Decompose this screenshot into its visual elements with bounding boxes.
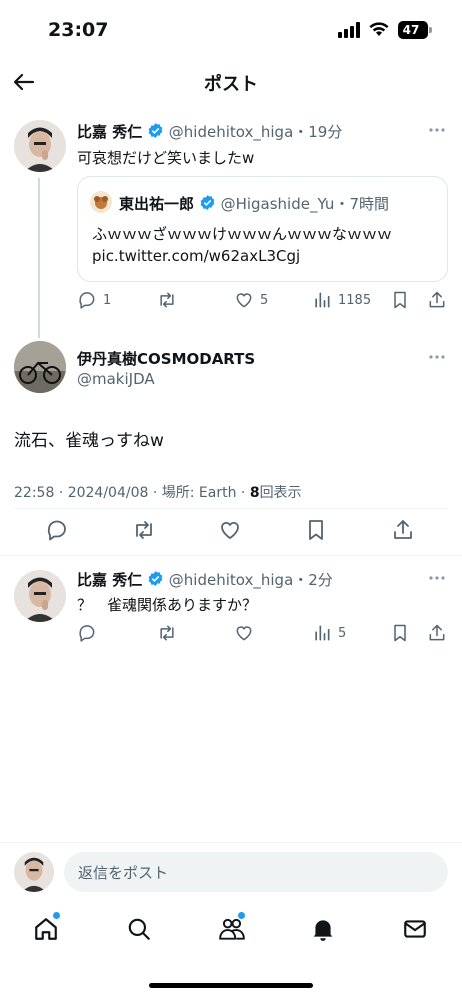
notifications-icon[interactable]	[310, 916, 336, 942]
reply-icon[interactable]	[45, 518, 69, 542]
avatar[interactable]	[14, 341, 66, 393]
more-icon[interactable]	[428, 349, 446, 365]
handle[interactable]: @hidehitox_higa	[169, 123, 293, 141]
verified-icon	[199, 194, 216, 211]
reply-placeholder: 返信をポスト	[78, 864, 169, 882]
more-icon[interactable]	[428, 122, 446, 138]
repost-icon	[156, 290, 178, 310]
communities-notification-dot	[238, 912, 245, 919]
post-meta-text: 22:58 · 2024/04/08 · 場所: Earth ·	[14, 485, 250, 501]
post-header: 比嘉 秀仁 @hidehitox_higa・2分	[77, 569, 333, 590]
post-time: ・2分	[293, 571, 333, 589]
post-text: ？ 雀魂関係ありますか？	[77, 596, 258, 614]
reply-count: 1	[103, 292, 112, 308]
share-icon[interactable]	[427, 623, 447, 643]
home-indicator	[149, 983, 313, 988]
messages-icon[interactable]	[402, 916, 428, 942]
avatar[interactable]	[14, 120, 66, 172]
battery-cap	[429, 27, 432, 33]
view-count: 1185	[338, 292, 372, 308]
post-meta: 22:58 · 2024/04/08 · 場所: Earth · 8回表示	[14, 482, 302, 502]
view-count: 8	[249, 485, 260, 501]
post-time: ・19分	[293, 123, 343, 141]
views-button[interactable]: 5	[312, 623, 346, 643]
display-name[interactable]: 比嘉 秀仁	[77, 571, 142, 589]
composer-avatar	[14, 852, 54, 892]
quote-handle: @Higashide_Yu	[220, 195, 335, 213]
share-icon[interactable]	[391, 518, 415, 542]
reply-button[interactable]: 1	[77, 290, 111, 310]
quote-link[interactable]: pic.twitter.com/w62axL3Cgj	[92, 247, 300, 265]
bookmark-icon[interactable]	[304, 518, 328, 542]
battery-level: 47	[402, 23, 420, 37]
like-icon	[234, 290, 254, 310]
like-button[interactable]: 5	[234, 290, 268, 310]
repost-icon[interactable]	[131, 518, 157, 542]
search-icon[interactable]	[126, 916, 152, 942]
wifi-icon	[369, 21, 389, 37]
main-post: 伊丹真樹COSMODARTS @makiJDA 流石、雀魂っすねw 22:58 …	[0, 338, 462, 556]
like-icon[interactable]	[218, 518, 242, 542]
more-icon[interactable]	[428, 570, 446, 586]
reply-icon[interactable]	[77, 623, 97, 643]
page-title: ポスト	[204, 74, 258, 95]
handle[interactable]: @hidehitox_higa	[169, 571, 293, 589]
view-count: 5	[338, 625, 347, 641]
quote-header: 東出祐一郎 @Higashide_Yu・7時間	[119, 193, 389, 214]
like-icon[interactable]	[234, 623, 254, 643]
display-name[interactable]: 伊丹真樹COSMODARTS	[77, 348, 255, 369]
reply-post[interactable]: 比嘉 秀仁 @hidehitox_higa・2分 ？ 雀魂関係ありますか？ 5	[0, 560, 462, 655]
avatar[interactable]	[14, 570, 66, 622]
status-bar: 23:07 47	[0, 0, 462, 60]
thread-line	[38, 178, 40, 338]
parent-post[interactable]: 比嘉 秀仁 @hidehitox_higa・19分 可哀想だけど笑いましたw 東…	[0, 110, 462, 338]
views-icon	[312, 290, 332, 310]
repost-button[interactable]	[156, 290, 178, 310]
status-time: 23:07	[48, 19, 109, 41]
quoted-post[interactable]: 東出祐一郎 @Higashide_Yu・7時間 ふｗｗｗざｗｗｗけｗｗｗんｗｗｗ…	[77, 176, 448, 282]
quote-time: ・7時間	[334, 195, 389, 213]
divider	[14, 508, 448, 509]
quote-display-name: 東出祐一郎	[119, 195, 195, 213]
bookmark-icon[interactable]	[390, 290, 410, 310]
post-text: 可哀想だけど笑いましたw	[77, 149, 255, 167]
views-icon	[312, 623, 332, 643]
share-icon[interactable]	[427, 290, 447, 310]
views-button[interactable]: 1185	[312, 290, 371, 310]
reply-input[interactable]: 返信をポスト	[64, 852, 448, 892]
divider	[0, 555, 462, 556]
reply-icon	[77, 290, 97, 310]
quote-avatar	[90, 191, 112, 213]
views-label: 回表示	[259, 485, 302, 501]
like-count: 5	[260, 292, 269, 308]
cellular-signal-icon	[338, 22, 362, 38]
bottom-tab-bar	[0, 905, 462, 955]
top-bar: ポスト	[0, 60, 462, 104]
battery-indicator: 47	[398, 21, 428, 39]
verified-icon	[147, 570, 164, 587]
post-text: 流石、雀魂っすねw	[14, 431, 164, 451]
home-notification-dot	[53, 912, 60, 919]
post-header: 比嘉 秀仁 @hidehitox_higa・19分	[77, 121, 342, 142]
quote-text-line1: ふｗｗｗざｗｗｗけｗｗｗんｗｗｗなｗｗｗ	[92, 225, 393, 243]
repost-icon[interactable]	[156, 623, 178, 643]
handle[interactable]: @makiJDA	[77, 370, 155, 388]
communities-icon[interactable]	[218, 916, 246, 942]
display-name[interactable]: 比嘉 秀仁	[77, 123, 142, 141]
divider	[0, 842, 462, 843]
home-icon[interactable]	[33, 916, 59, 942]
bookmark-icon[interactable]	[390, 623, 410, 643]
verified-icon	[147, 122, 164, 139]
